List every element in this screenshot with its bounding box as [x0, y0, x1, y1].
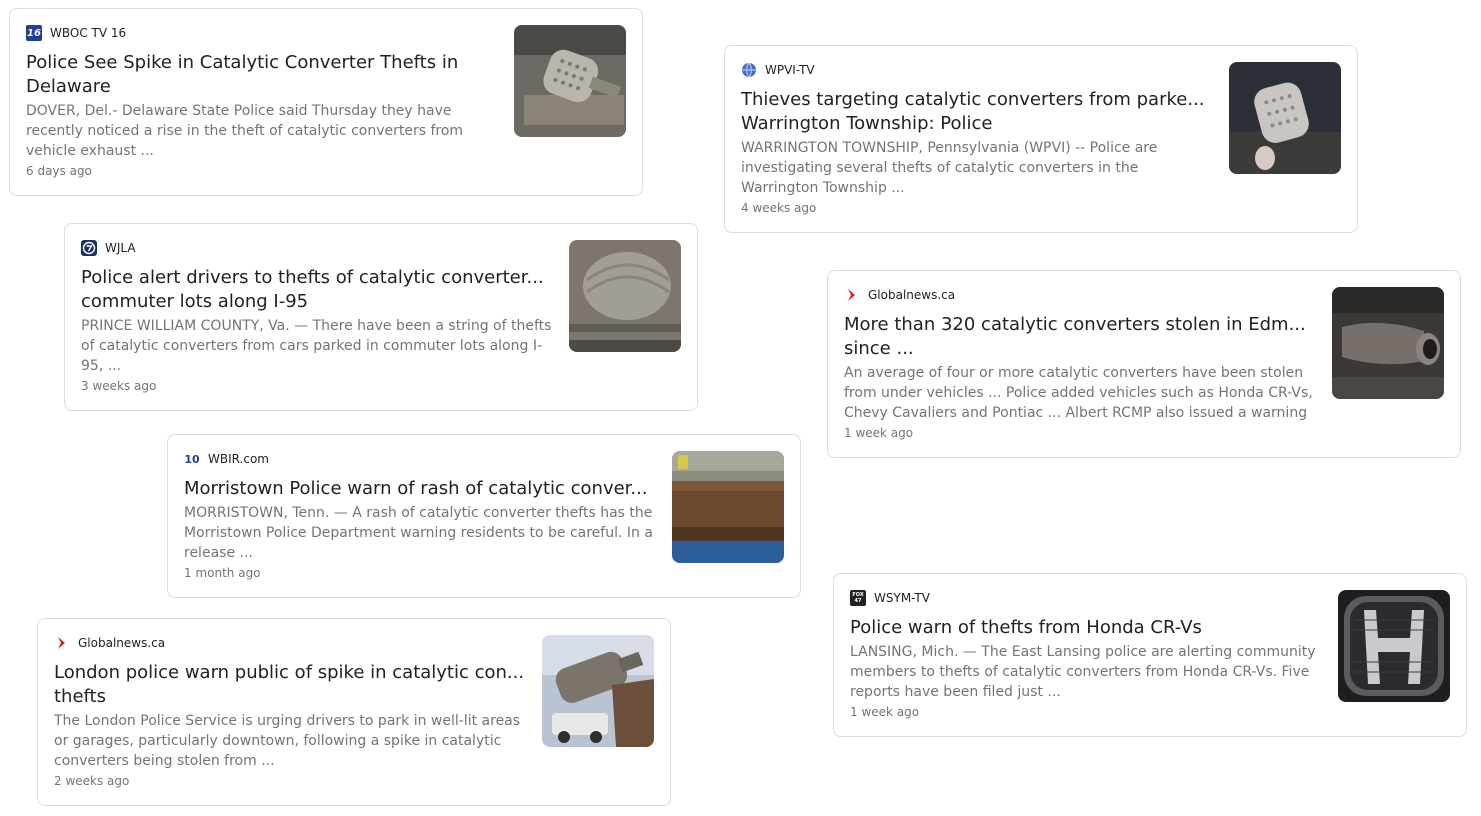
news-card[interactable]: 10 WBIR.com Morristown Police warn of ra… — [167, 434, 801, 598]
exhaust-pipe-photo — [1332, 287, 1444, 399]
news-time: 4 weeks ago — [741, 201, 817, 215]
news-time: 1 week ago — [844, 426, 914, 440]
news-snippet: DOVER, Del.- Delaware State Police said … — [26, 103, 464, 159]
news-thumbnail[interactable] — [1229, 62, 1341, 174]
news-card[interactable]: 16 WBOC TV 16 Police See Spike in Cataly… — [9, 8, 643, 196]
news-time: 3 weeks ago — [81, 379, 157, 393]
honda-logo-photo — [1338, 590, 1450, 702]
news-time: 1 month ago — [184, 566, 261, 580]
rusty-pipe-photo — [672, 451, 784, 563]
wboc-16-logo-icon: 16 — [26, 25, 42, 41]
news-time: 6 days ago — [26, 164, 92, 178]
fox47-logo-icon: FOX 47 — [850, 590, 866, 606]
news-snippet: LANSING, Mich. — The East Lansing police… — [850, 644, 1316, 700]
source-name: WSYM-TV — [874, 591, 930, 605]
news-title[interactable]: Morristown Police warn of rash of cataly… — [184, 477, 656, 501]
source-name: WBIR.com — [208, 452, 269, 466]
source-name: WJLA — [105, 241, 136, 255]
catalytic-converter-photo — [514, 25, 626, 137]
news-snippet: MORRISTOWN, Tenn. — A rash of catalytic … — [184, 505, 653, 561]
news-time: 2 weeks ago — [54, 774, 130, 788]
news-thumbnail[interactable] — [1332, 287, 1444, 399]
news-title[interactable]: Thieves targeting catalytic converters f… — [741, 88, 1213, 136]
news-snippet: WARRINGTON TOWNSHIP, Pennsylvania (WPVI)… — [741, 140, 1158, 196]
news-thumbnail[interactable] — [1338, 590, 1450, 702]
source-name: Globalnews.ca — [868, 288, 956, 302]
news-card[interactable]: FOX 47 WSYM-TV Police warn of thefts fro… — [833, 573, 1467, 737]
news-thumbnail[interactable] — [514, 25, 626, 137]
news-card[interactable]: WPVI-TV Thieves targeting catalytic conv… — [724, 45, 1358, 233]
globalnews-logo-icon — [844, 287, 860, 303]
source-name: WBOC TV 16 — [50, 26, 127, 40]
news-title[interactable]: Police warn of thefts from Honda CR-Vs — [850, 616, 1322, 640]
news-source: Globalnews.ca — [844, 287, 1316, 303]
news-snippet: The London Police Service is urging driv… — [54, 713, 521, 769]
news-snippet: PRINCE WILLIAM COUNTY, Va. — There have … — [81, 318, 552, 374]
source-name: WPVI-TV — [765, 63, 815, 77]
globalnews-logo-icon — [54, 635, 70, 651]
wjla-7-logo-icon — [81, 240, 97, 256]
news-card[interactable]: Globalnews.ca More than 320 catalytic co… — [827, 270, 1461, 458]
globe-icon — [741, 62, 757, 78]
wbir-10-logo-icon: 10 — [184, 451, 200, 467]
news-title[interactable]: London police warn public of spike in ca… — [54, 661, 526, 709]
news-thumbnail[interactable] — [569, 240, 681, 352]
news-thumbnail[interactable] — [672, 451, 784, 563]
source-name: Globalnews.ca — [78, 636, 166, 650]
news-source: FOX 47 WSYM-TV — [850, 590, 1322, 606]
news-title[interactable]: Police See Spike in Catalytic Converter … — [26, 51, 498, 99]
news-time: 1 week ago — [850, 705, 920, 719]
news-source: 16 WBOC TV 16 — [26, 25, 498, 41]
news-title[interactable]: Police alert drivers to thefts of cataly… — [81, 266, 553, 314]
news-card[interactable]: Globalnews.ca London police warn public … — [37, 618, 671, 806]
news-source: Globalnews.ca — [54, 635, 526, 651]
news-thumbnail[interactable] — [542, 635, 654, 747]
news-source: WPVI-TV — [741, 62, 1213, 78]
news-source: 10 WBIR.com — [184, 451, 656, 467]
news-title[interactable]: More than 320 catalytic converters stole… — [844, 313, 1316, 361]
news-source: WJLA — [81, 240, 553, 256]
catalytic-converter-photo — [569, 240, 681, 352]
converter-held-photo — [542, 635, 654, 747]
news-card[interactable]: WJLA Police alert drivers to thefts of c… — [64, 223, 698, 411]
news-snippet: An average of four or more catalytic con… — [844, 365, 1313, 421]
catalytic-converter-photo — [1229, 62, 1341, 174]
